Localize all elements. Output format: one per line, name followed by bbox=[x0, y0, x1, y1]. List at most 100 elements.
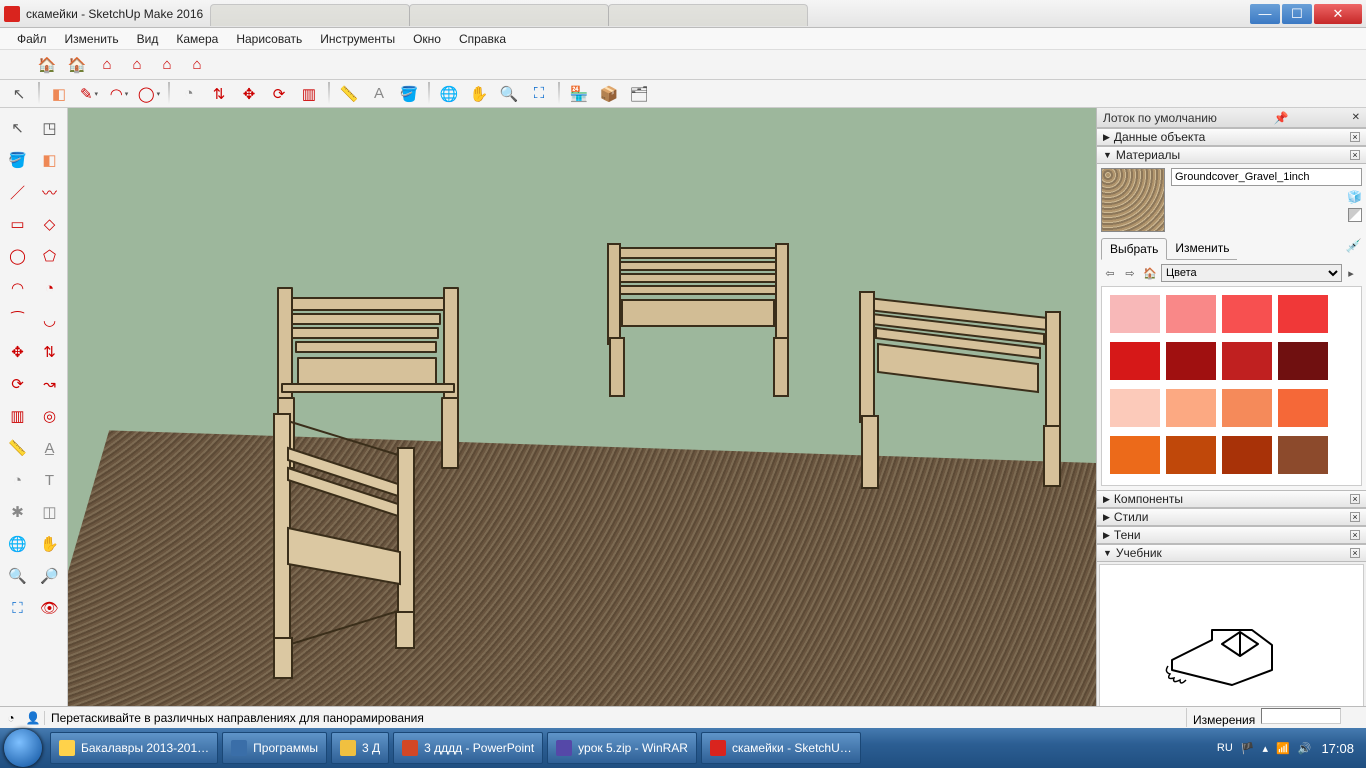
taskbar-item[interactable]: 3 дддд - PowerPoint bbox=[393, 732, 543, 764]
color-swatch[interactable] bbox=[1222, 389, 1272, 427]
panel-close-icon[interactable]: × bbox=[1350, 132, 1360, 142]
details-menu-icon[interactable]: ▸ bbox=[1342, 264, 1360, 282]
tape2-icon[interactable]: 📏 bbox=[4, 434, 32, 462]
component-icon[interactable]: 📦 bbox=[597, 82, 621, 106]
color-swatch[interactable] bbox=[1278, 295, 1328, 333]
sample-material-icon[interactable] bbox=[1348, 208, 1362, 222]
profile-icon[interactable]: 👤 bbox=[22, 711, 44, 725]
menu-camera[interactable]: Камера bbox=[167, 32, 227, 46]
zoom-window-icon[interactable]: 🔎 bbox=[36, 562, 64, 590]
material-collection-select[interactable]: Цвета bbox=[1161, 264, 1342, 282]
text2-icon[interactable]: T bbox=[36, 466, 64, 494]
color-swatch[interactable] bbox=[1222, 295, 1272, 333]
move-icon[interactable]: ✥ bbox=[237, 82, 261, 106]
taskbar-item[interactable]: 3 Д bbox=[331, 732, 389, 764]
panel-shadows[interactable]: ▶Тени× bbox=[1097, 526, 1366, 544]
pushpull-icon[interactable]: ⇅ bbox=[207, 82, 231, 106]
zoom-icon[interactable]: 🔍 bbox=[497, 82, 521, 106]
protractor2-icon[interactable]: ◔ bbox=[4, 466, 32, 494]
circle2-icon[interactable]: ◯ bbox=[4, 242, 32, 270]
pushpull2-icon[interactable]: ⇅ bbox=[36, 338, 64, 366]
menu-view[interactable]: Вид bbox=[128, 32, 168, 46]
menu-window[interactable]: Окно bbox=[404, 32, 450, 46]
panel-styles[interactable]: ▶Стили× bbox=[1097, 508, 1366, 526]
select-icon[interactable]: ↖ bbox=[4, 114, 32, 142]
start-button[interactable] bbox=[4, 729, 42, 767]
taskbar-item[interactable]: Программы bbox=[222, 732, 327, 764]
paint-icon[interactable]: 🪣 bbox=[397, 82, 421, 106]
tray-close-icon[interactable]: ✕ bbox=[1352, 112, 1360, 123]
position-cam-icon[interactable]: 👁 bbox=[36, 594, 64, 622]
panel-close-icon[interactable]: × bbox=[1350, 548, 1360, 558]
arc2-icon[interactable]: ◠ bbox=[4, 274, 32, 302]
eraser2-icon[interactable]: ◧ bbox=[36, 146, 64, 174]
create-material-icon[interactable]: 🧊 bbox=[1347, 190, 1362, 204]
menu-tools[interactable]: Инструменты bbox=[311, 32, 404, 46]
pie-icon[interactable]: ◔ bbox=[36, 274, 64, 302]
menu-help[interactable]: Справка bbox=[450, 32, 515, 46]
taskbar-item[interactable]: урок 5.zip - WinRAR bbox=[547, 732, 697, 764]
section-icon[interactable]: ◫ bbox=[36, 498, 64, 526]
scale-icon[interactable]: ▥ bbox=[297, 82, 321, 106]
2pt-arc-icon[interactable]: ⁀ bbox=[4, 306, 32, 334]
color-swatch[interactable] bbox=[1110, 295, 1160, 333]
color-swatch[interactable] bbox=[1222, 342, 1272, 380]
color-swatch[interactable] bbox=[1166, 436, 1216, 474]
materials-tab-select[interactable]: Выбрать bbox=[1101, 238, 1167, 260]
color-swatch[interactable] bbox=[1278, 342, 1328, 380]
pan-icon[interactable]: ✋ bbox=[467, 82, 491, 106]
rotated-rect-icon[interactable]: ◇ bbox=[36, 210, 64, 238]
tape-icon[interactable]: 📏 bbox=[337, 82, 361, 106]
component-make-icon[interactable]: ◳ bbox=[36, 114, 64, 142]
menu-draw[interactable]: Нарисовать bbox=[227, 32, 311, 46]
tray-pin-icon[interactable]: 📌 bbox=[1274, 111, 1289, 125]
tray-network-icon[interactable]: 📶 bbox=[1276, 742, 1290, 755]
viewport-3d[interactable] bbox=[68, 108, 1096, 728]
zoom-extents-icon[interactable]: ⛶ bbox=[527, 82, 551, 106]
line-icon[interactable]: ／ bbox=[4, 178, 32, 206]
color-swatch[interactable] bbox=[1110, 389, 1160, 427]
rotate-icon[interactable]: ⟳ bbox=[267, 82, 291, 106]
pencil-icon[interactable]: ✎ bbox=[77, 82, 101, 106]
panel-instructor[interactable]: ▼Учебник× bbox=[1097, 544, 1366, 562]
cursor-icon[interactable]: ↖ bbox=[7, 82, 31, 106]
zoom-ext-icon[interactable]: ⛶ bbox=[4, 594, 32, 622]
panel-close-icon[interactable]: × bbox=[1350, 494, 1360, 504]
house-line3-icon[interactable]: ⌂ bbox=[155, 53, 179, 77]
color-swatch[interactable] bbox=[1278, 389, 1328, 427]
followme-icon[interactable]: ↝ bbox=[36, 370, 64, 398]
paint-bucket-icon[interactable]: 🪣 bbox=[4, 146, 32, 174]
eyedropper-icon[interactable]: 💉 bbox=[1346, 238, 1362, 254]
color-swatch[interactable] bbox=[1110, 436, 1160, 474]
minimize-button[interactable]: — bbox=[1250, 4, 1280, 24]
polygon-icon[interactable]: ⬠ bbox=[36, 242, 64, 270]
measurements-input[interactable] bbox=[1261, 708, 1341, 724]
eraser-icon[interactable]: ◧ bbox=[47, 82, 71, 106]
move2-icon[interactable]: ✥ bbox=[4, 338, 32, 366]
material-name-input[interactable] bbox=[1171, 168, 1362, 186]
geo-icon[interactable]: ◔ bbox=[0, 711, 22, 725]
tray-clock[interactable]: 17:08 bbox=[1321, 741, 1354, 756]
orbit-icon[interactable]: 🌐 bbox=[437, 82, 461, 106]
rect-icon[interactable]: ▭ bbox=[4, 210, 32, 238]
circle-icon[interactable]: ◯ bbox=[137, 82, 161, 106]
tray-sound-icon[interactable]: 🔊 bbox=[1298, 742, 1312, 755]
text-icon[interactable]: A bbox=[367, 82, 391, 106]
close-button[interactable]: ✕ bbox=[1314, 4, 1362, 24]
house-line1-icon[interactable]: ⌂ bbox=[95, 53, 119, 77]
3pt-arc-icon[interactable]: ◡ bbox=[36, 306, 64, 334]
house-dark-icon[interactable]: 🏠 bbox=[65, 53, 89, 77]
nav-back-icon[interactable]: ⇦ bbox=[1101, 264, 1119, 282]
panel-entity-info[interactable]: ▶Данные объекта× bbox=[1097, 128, 1366, 146]
panel-close-icon[interactable]: × bbox=[1350, 512, 1360, 522]
zoom2-icon[interactable]: 🔍 bbox=[4, 562, 32, 590]
house-line2-icon[interactable]: ⌂ bbox=[125, 53, 149, 77]
menu-edit[interactable]: Изменить bbox=[56, 32, 128, 46]
color-swatch[interactable] bbox=[1278, 436, 1328, 474]
material-preview[interactable] bbox=[1101, 168, 1165, 232]
tray-up-icon[interactable]: ▴ bbox=[1263, 742, 1269, 755]
warehouse-icon[interactable]: 🏪 bbox=[567, 82, 591, 106]
nav-forward-icon[interactable]: ⇨ bbox=[1121, 264, 1139, 282]
rotate2-icon[interactable]: ⟳ bbox=[4, 370, 32, 398]
house-iso-icon[interactable]: 🏠 bbox=[35, 53, 59, 77]
